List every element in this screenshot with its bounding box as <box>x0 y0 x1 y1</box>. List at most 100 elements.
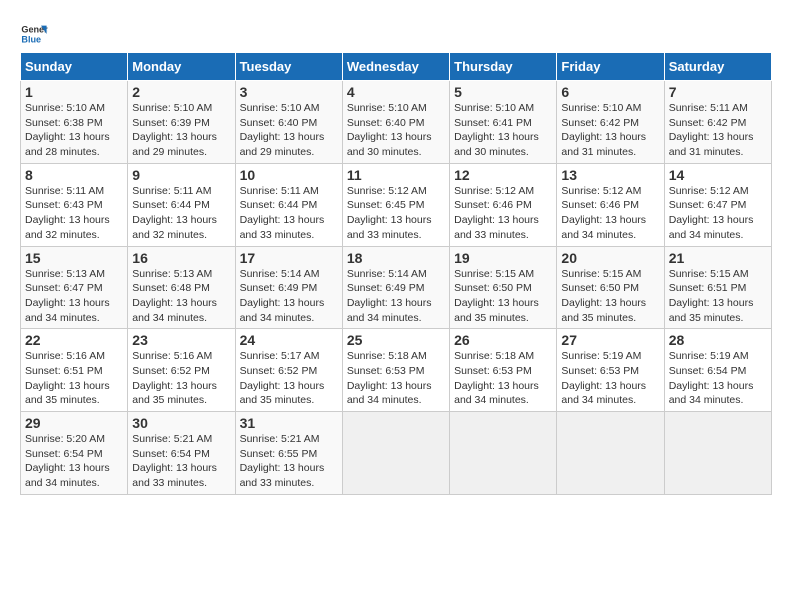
day-info: Sunrise: 5:10 AMSunset: 6:39 PMDaylight:… <box>132 101 230 160</box>
day-number: 21 <box>669 250 767 266</box>
calendar-day-cell: 8Sunrise: 5:11 AMSunset: 6:43 PMDaylight… <box>21 163 128 246</box>
day-info: Sunrise: 5:19 AMSunset: 6:53 PMDaylight:… <box>561 349 659 408</box>
calendar-day-cell: 2Sunrise: 5:10 AMSunset: 6:39 PMDaylight… <box>128 81 235 164</box>
day-number: 22 <box>25 332 123 348</box>
day-info: Sunrise: 5:16 AMSunset: 6:51 PMDaylight:… <box>25 349 123 408</box>
calendar-day-cell: 22Sunrise: 5:16 AMSunset: 6:51 PMDayligh… <box>21 329 128 412</box>
day-info: Sunrise: 5:11 AMSunset: 6:42 PMDaylight:… <box>669 101 767 160</box>
day-info: Sunrise: 5:15 AMSunset: 6:50 PMDaylight:… <box>454 267 552 326</box>
calendar-day-cell: 15Sunrise: 5:13 AMSunset: 6:47 PMDayligh… <box>21 246 128 329</box>
day-number: 9 <box>132 167 230 183</box>
svg-text:Blue: Blue <box>21 34 41 44</box>
calendar-day-cell: 18Sunrise: 5:14 AMSunset: 6:49 PMDayligh… <box>342 246 449 329</box>
calendar-day-cell <box>664 412 771 495</box>
day-info: Sunrise: 5:14 AMSunset: 6:49 PMDaylight:… <box>347 267 445 326</box>
day-info: Sunrise: 5:13 AMSunset: 6:47 PMDaylight:… <box>25 267 123 326</box>
logo-icon: General Blue <box>20 20 48 48</box>
header: General Blue <box>20 20 772 48</box>
calendar-day-cell: 7Sunrise: 5:11 AMSunset: 6:42 PMDaylight… <box>664 81 771 164</box>
calendar-day-cell: 24Sunrise: 5:17 AMSunset: 6:52 PMDayligh… <box>235 329 342 412</box>
day-number: 24 <box>240 332 338 348</box>
calendar-day-cell: 31Sunrise: 5:21 AMSunset: 6:55 PMDayligh… <box>235 412 342 495</box>
calendar-day-cell: 10Sunrise: 5:11 AMSunset: 6:44 PMDayligh… <box>235 163 342 246</box>
calendar-header-cell: Sunday <box>21 53 128 81</box>
day-info: Sunrise: 5:16 AMSunset: 6:52 PMDaylight:… <box>132 349 230 408</box>
calendar-day-cell: 21Sunrise: 5:15 AMSunset: 6:51 PMDayligh… <box>664 246 771 329</box>
calendar-header-cell: Friday <box>557 53 664 81</box>
day-number: 10 <box>240 167 338 183</box>
calendar-day-cell <box>450 412 557 495</box>
day-info: Sunrise: 5:12 AMSunset: 6:47 PMDaylight:… <box>669 184 767 243</box>
day-info: Sunrise: 5:18 AMSunset: 6:53 PMDaylight:… <box>454 349 552 408</box>
calendar-day-cell: 11Sunrise: 5:12 AMSunset: 6:45 PMDayligh… <box>342 163 449 246</box>
calendar-week-row: 8Sunrise: 5:11 AMSunset: 6:43 PMDaylight… <box>21 163 772 246</box>
day-number: 4 <box>347 84 445 100</box>
day-number: 12 <box>454 167 552 183</box>
calendar-day-cell: 20Sunrise: 5:15 AMSunset: 6:50 PMDayligh… <box>557 246 664 329</box>
day-info: Sunrise: 5:11 AMSunset: 6:44 PMDaylight:… <box>240 184 338 243</box>
calendar-day-cell: 17Sunrise: 5:14 AMSunset: 6:49 PMDayligh… <box>235 246 342 329</box>
calendar-day-cell: 14Sunrise: 5:12 AMSunset: 6:47 PMDayligh… <box>664 163 771 246</box>
calendar-week-row: 29Sunrise: 5:20 AMSunset: 6:54 PMDayligh… <box>21 412 772 495</box>
calendar-day-cell: 4Sunrise: 5:10 AMSunset: 6:40 PMDaylight… <box>342 81 449 164</box>
day-info: Sunrise: 5:10 AMSunset: 6:40 PMDaylight:… <box>240 101 338 160</box>
day-number: 8 <box>25 167 123 183</box>
day-number: 15 <box>25 250 123 266</box>
calendar-day-cell: 27Sunrise: 5:19 AMSunset: 6:53 PMDayligh… <box>557 329 664 412</box>
day-number: 28 <box>669 332 767 348</box>
day-number: 6 <box>561 84 659 100</box>
day-number: 19 <box>454 250 552 266</box>
day-info: Sunrise: 5:14 AMSunset: 6:49 PMDaylight:… <box>240 267 338 326</box>
calendar-day-cell: 1Sunrise: 5:10 AMSunset: 6:38 PMDaylight… <box>21 81 128 164</box>
day-number: 16 <box>132 250 230 266</box>
day-number: 17 <box>240 250 338 266</box>
day-info: Sunrise: 5:13 AMSunset: 6:48 PMDaylight:… <box>132 267 230 326</box>
calendar-week-row: 22Sunrise: 5:16 AMSunset: 6:51 PMDayligh… <box>21 329 772 412</box>
day-number: 7 <box>669 84 767 100</box>
day-info: Sunrise: 5:10 AMSunset: 6:40 PMDaylight:… <box>347 101 445 160</box>
calendar-day-cell: 19Sunrise: 5:15 AMSunset: 6:50 PMDayligh… <box>450 246 557 329</box>
calendar-header-cell: Wednesday <box>342 53 449 81</box>
calendar-week-row: 1Sunrise: 5:10 AMSunset: 6:38 PMDaylight… <box>21 81 772 164</box>
calendar-day-cell: 5Sunrise: 5:10 AMSunset: 6:41 PMDaylight… <box>450 81 557 164</box>
calendar-header-cell: Tuesday <box>235 53 342 81</box>
day-number: 1 <box>25 84 123 100</box>
day-info: Sunrise: 5:11 AMSunset: 6:44 PMDaylight:… <box>132 184 230 243</box>
day-number: 20 <box>561 250 659 266</box>
day-number: 25 <box>347 332 445 348</box>
calendar-header-cell: Thursday <box>450 53 557 81</box>
calendar-day-cell: 13Sunrise: 5:12 AMSunset: 6:46 PMDayligh… <box>557 163 664 246</box>
day-number: 31 <box>240 415 338 431</box>
calendar-header-cell: Monday <box>128 53 235 81</box>
page-container: General Blue SundayMondayTuesdayWednesda… <box>20 20 772 495</box>
day-info: Sunrise: 5:10 AMSunset: 6:38 PMDaylight:… <box>25 101 123 160</box>
day-number: 23 <box>132 332 230 348</box>
calendar-day-cell: 3Sunrise: 5:10 AMSunset: 6:40 PMDaylight… <box>235 81 342 164</box>
day-number: 13 <box>561 167 659 183</box>
day-number: 5 <box>454 84 552 100</box>
day-info: Sunrise: 5:15 AMSunset: 6:50 PMDaylight:… <box>561 267 659 326</box>
day-info: Sunrise: 5:12 AMSunset: 6:46 PMDaylight:… <box>454 184 552 243</box>
calendar-day-cell: 12Sunrise: 5:12 AMSunset: 6:46 PMDayligh… <box>450 163 557 246</box>
day-info: Sunrise: 5:19 AMSunset: 6:54 PMDaylight:… <box>669 349 767 408</box>
day-number: 2 <box>132 84 230 100</box>
day-number: 30 <box>132 415 230 431</box>
calendar-week-row: 15Sunrise: 5:13 AMSunset: 6:47 PMDayligh… <box>21 246 772 329</box>
calendar-day-cell: 23Sunrise: 5:16 AMSunset: 6:52 PMDayligh… <box>128 329 235 412</box>
day-number: 11 <box>347 167 445 183</box>
day-info: Sunrise: 5:21 AMSunset: 6:55 PMDaylight:… <box>240 432 338 491</box>
calendar-body: 1Sunrise: 5:10 AMSunset: 6:38 PMDaylight… <box>21 81 772 495</box>
day-info: Sunrise: 5:18 AMSunset: 6:53 PMDaylight:… <box>347 349 445 408</box>
calendar-day-cell: 30Sunrise: 5:21 AMSunset: 6:54 PMDayligh… <box>128 412 235 495</box>
day-number: 14 <box>669 167 767 183</box>
day-info: Sunrise: 5:12 AMSunset: 6:45 PMDaylight:… <box>347 184 445 243</box>
day-number: 18 <box>347 250 445 266</box>
day-number: 29 <box>25 415 123 431</box>
day-info: Sunrise: 5:12 AMSunset: 6:46 PMDaylight:… <box>561 184 659 243</box>
calendar-day-cell: 16Sunrise: 5:13 AMSunset: 6:48 PMDayligh… <box>128 246 235 329</box>
day-info: Sunrise: 5:15 AMSunset: 6:51 PMDaylight:… <box>669 267 767 326</box>
calendar-day-cell <box>557 412 664 495</box>
calendar-day-cell: 28Sunrise: 5:19 AMSunset: 6:54 PMDayligh… <box>664 329 771 412</box>
day-info: Sunrise: 5:21 AMSunset: 6:54 PMDaylight:… <box>132 432 230 491</box>
calendar-day-cell: 9Sunrise: 5:11 AMSunset: 6:44 PMDaylight… <box>128 163 235 246</box>
